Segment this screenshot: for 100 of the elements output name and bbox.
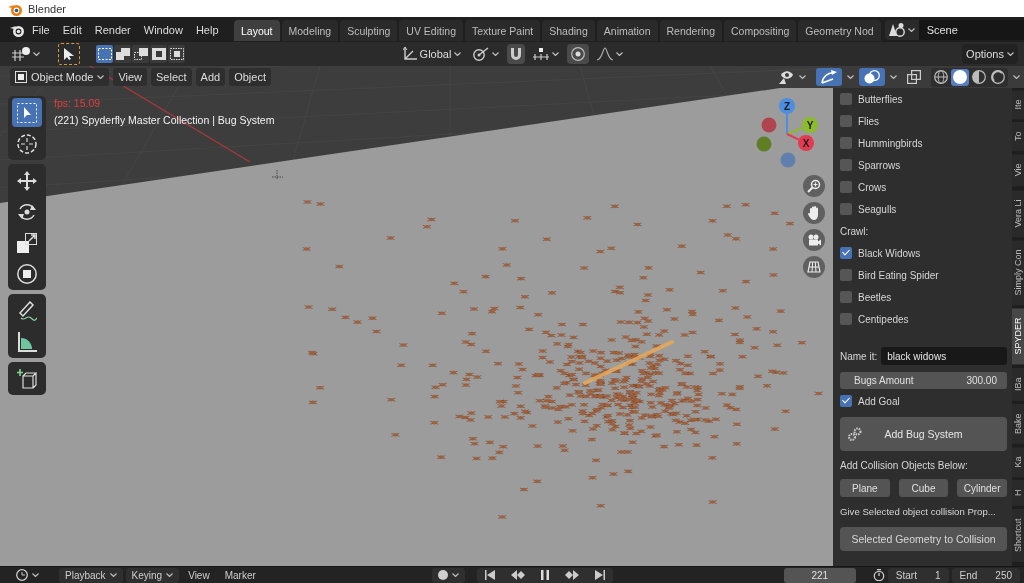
checkbox[interactable]: [840, 181, 852, 193]
pause-icon[interactable]: [541, 570, 550, 580]
name-field[interactable]: black widows: [881, 347, 1007, 365]
menu-item[interactable]: Render: [89, 21, 136, 38]
scene-dropdown[interactable]: [884, 19, 919, 40]
sidebar-tab[interactable]: SPYDER: [1012, 308, 1024, 365]
grid-icon[interactable]: [803, 256, 825, 278]
axis-ball[interactable]: [779, 98, 795, 114]
shading-button[interactable]: [970, 68, 988, 86]
menu-item[interactable]: Select: [151, 68, 192, 86]
checkbox[interactable]: [840, 313, 852, 325]
caret-icon[interactable]: [890, 75, 897, 79]
keyframe-back-icon[interactable]: [511, 570, 526, 580]
end-frame-field[interactable]: End 250: [951, 567, 1020, 583]
current-frame-field[interactable]: 221: [783, 567, 856, 583]
checkbox[interactable]: [840, 203, 852, 215]
menu-item[interactable]: Edit: [57, 21, 87, 38]
orientation-dropdown[interactable]: Global: [398, 44, 466, 64]
workspace-tab[interactable]: Sculpting: [340, 20, 398, 41]
start-frame-field[interactable]: Start 1: [887, 567, 949, 583]
menu-dropdown[interactable]: Keying: [125, 567, 180, 583]
workspace-tab[interactable]: Geometry Nod: [798, 20, 881, 41]
axis-ball[interactable]: [802, 117, 818, 133]
menu-item[interactable]: Window: [138, 21, 188, 38]
checkbox[interactable]: [840, 247, 852, 259]
menu-item[interactable]: Add: [195, 68, 226, 86]
checkbox[interactable]: [840, 159, 852, 171]
sidebar-tab[interactable]: Shortcut: [1012, 509, 1024, 562]
select-mode-button[interactable]: [96, 45, 113, 63]
menu-item[interactable]: View: [182, 567, 216, 583]
add-bug-system-button[interactable]: Add Bug System: [840, 417, 1007, 451]
collision-button[interactable]: Selected Geometry to Collision: [840, 527, 1007, 551]
checkbox[interactable]: [840, 395, 852, 407]
sidebar-tab[interactable]: To: [1012, 122, 1024, 152]
select-mode-button[interactable]: [168, 45, 185, 63]
select-tool-button[interactable]: [58, 43, 80, 65]
workspace-tab[interactable]: Animation: [596, 20, 658, 41]
workspace-tab[interactable]: Layout: [234, 20, 280, 41]
scene-field[interactable]: Scene: [918, 19, 1024, 40]
zoom-icon[interactable]: [803, 175, 825, 197]
axis-ball[interactable]: [798, 135, 814, 151]
select-mode-button[interactable]: [132, 45, 149, 63]
workspace-tab[interactable]: Compositing: [723, 20, 797, 41]
checkbox-label[interactable]: Hummingbirds: [858, 137, 923, 149]
sidebar-tab[interactable]: Vie: [1012, 154, 1024, 187]
sidebar-tab[interactable]: IBa: [1012, 367, 1024, 401]
menu-item[interactable]: Object: [229, 68, 271, 86]
select-mode-button[interactable]: [114, 45, 131, 63]
caret-icon[interactable]: [847, 75, 854, 79]
checkbox-label[interactable]: Flies: [858, 115, 880, 127]
skip-back-icon[interactable]: [485, 570, 496, 580]
sidebar-tab[interactable]: Bake: [1012, 403, 1024, 444]
checkbox-label[interactable]: Beetles: [858, 291, 892, 303]
menu-item[interactable]: File: [27, 21, 55, 38]
checkbox[interactable]: [840, 269, 852, 281]
sidebar-tab[interactable]: Simply Con: [1012, 240, 1024, 306]
checkbox[interactable]: [840, 137, 852, 149]
snap-toggle[interactable]: [507, 44, 526, 64]
stopwatch-icon[interactable]: [872, 569, 885, 581]
workspace-tab[interactable]: Texture Paint: [464, 20, 541, 41]
select-mode-button[interactable]: [150, 45, 167, 63]
collision-object-button[interactable]: Plane: [840, 479, 890, 497]
shading-button[interactable]: [989, 68, 1007, 86]
workspace-tab[interactable]: UV Editing: [399, 20, 463, 41]
mode-dropdown[interactable]: Object Mode: [10, 68, 110, 86]
camera-icon[interactable]: [803, 229, 825, 251]
menu-item[interactable]: View: [113, 68, 148, 86]
shading-button[interactable]: [951, 68, 969, 86]
amount-field[interactable]: Bugs Amount 300.00: [840, 372, 1007, 389]
sidebar-tab[interactable]: Ite: [1012, 90, 1024, 120]
checkbox-label[interactable]: Butterflies: [858, 93, 903, 105]
overlay-toggle[interactable]: [859, 68, 885, 86]
hand-icon[interactable]: [803, 202, 825, 224]
collision-object-button[interactable]: Cube: [898, 479, 949, 497]
workspace-tab[interactable]: Shading: [542, 20, 595, 41]
caret-icon[interactable]: [1013, 75, 1020, 79]
checkbox-label[interactable]: Centipedes: [858, 313, 909, 325]
shading-button[interactable]: [932, 68, 950, 86]
sidebar-tab[interactable]: Vera Li: [1012, 189, 1024, 238]
checkbox-label[interactable]: Black Widows: [858, 247, 921, 259]
workspace-tab[interactable]: Rendering: [659, 20, 722, 41]
gizmo-toggle[interactable]: [816, 68, 842, 86]
proportional-toggle[interactable]: [567, 44, 590, 64]
keyframe-forward-icon[interactable]: [565, 570, 580, 580]
checkbox-label[interactable]: Add Goal: [858, 395, 900, 407]
skip-forward-icon[interactable]: [595, 570, 606, 580]
checkbox[interactable]: [840, 115, 852, 127]
menu-item[interactable]: Help: [190, 21, 224, 38]
record-button[interactable]: [432, 567, 466, 583]
sidebar-tab[interactable]: Ka: [1012, 446, 1024, 478]
sidebar-tab[interactable]: H: [1012, 480, 1024, 507]
checkbox-label[interactable]: Seagulls: [858, 203, 897, 215]
checkbox-label[interactable]: Bird Eating Spider: [858, 269, 939, 281]
options-dropdown[interactable]: Options: [962, 44, 1018, 64]
menu-dropdown[interactable]: Playback: [59, 567, 123, 583]
tool-button[interactable]: [12, 98, 42, 127]
checkbox[interactable]: [840, 291, 852, 303]
checkbox-label[interactable]: Sparrows: [858, 159, 901, 171]
checkbox-label[interactable]: Crows: [858, 181, 887, 193]
collision-object-button[interactable]: Cylinder: [957, 479, 1007, 497]
